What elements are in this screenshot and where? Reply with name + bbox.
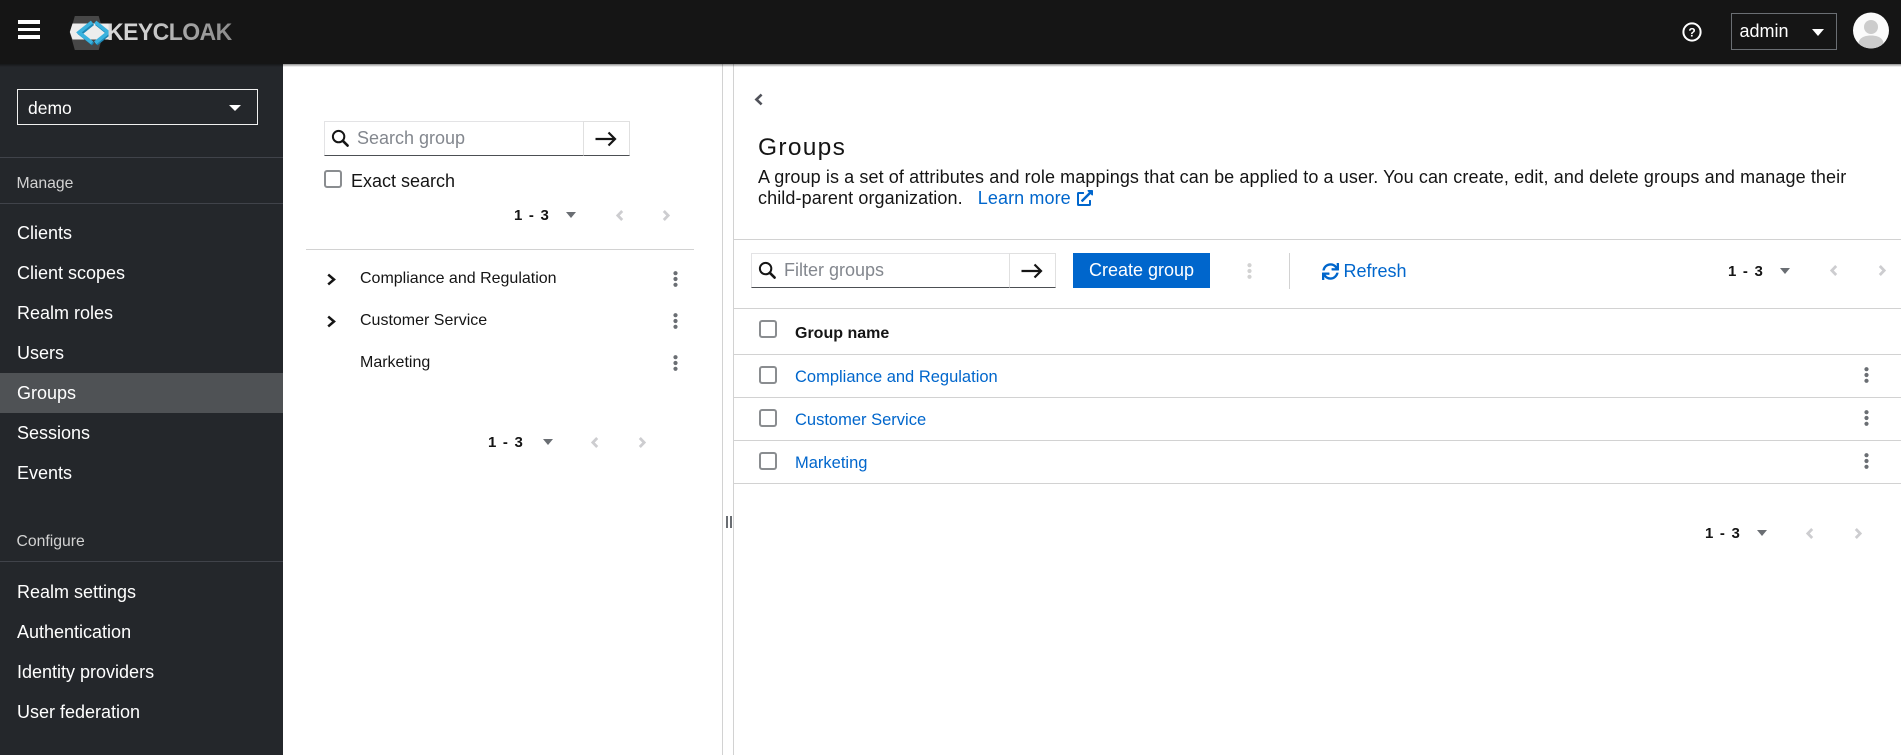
svg-text:?: ? — [1688, 25, 1695, 39]
